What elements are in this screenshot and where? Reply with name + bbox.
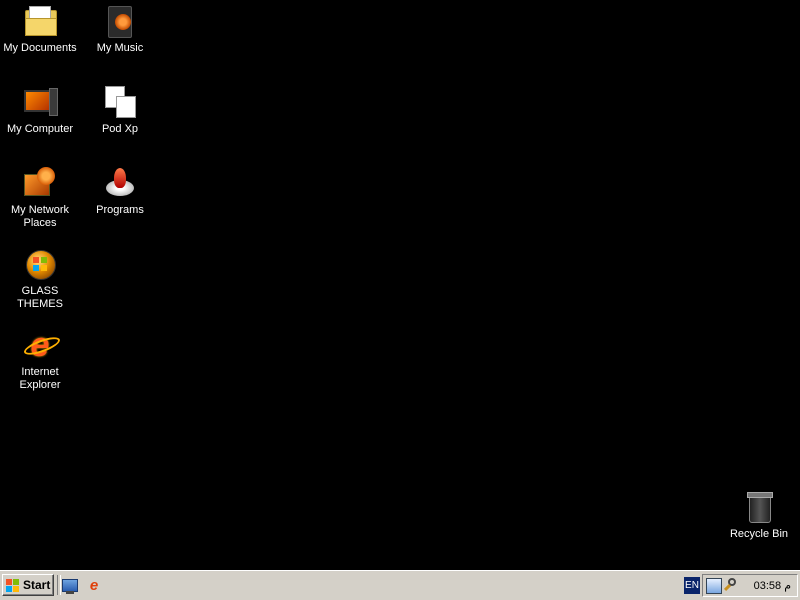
clock[interactable]: 03:58 م xyxy=(754,578,791,594)
system-tray: 03:58 م xyxy=(702,574,798,597)
quick-launch-separator xyxy=(57,575,61,595)
desktop-icon-internet-explorer[interactable]: e Internet Explorer xyxy=(0,328,80,392)
my-documents-folder-icon xyxy=(23,4,57,38)
desktop-icon-label: GLASS THEMES xyxy=(17,285,63,310)
programs-icon xyxy=(103,166,137,200)
network-places-icon xyxy=(23,166,57,200)
pod-xp-icon xyxy=(103,85,137,119)
internet-explorer-icon[interactable]: e xyxy=(86,578,102,594)
desktop-icon-my-computer[interactable]: My Computer xyxy=(0,85,80,136)
desktop-icon-glass-themes[interactable]: GLASS THEMES xyxy=(0,247,80,311)
network-icon[interactable] xyxy=(706,578,722,594)
internet-explorer-icon: e xyxy=(23,328,57,362)
desktop-icon-label: My Network Places xyxy=(10,204,70,229)
desktop-icon-recycle-bin[interactable]: Recycle Bin xyxy=(719,490,799,541)
search-icon[interactable] xyxy=(723,578,737,592)
recycle-bin-icon xyxy=(742,490,776,524)
language-indicator[interactable]: EN xyxy=(684,577,700,594)
start-label: Start xyxy=(23,578,51,592)
desktop-icon-label: Programs xyxy=(96,204,144,216)
desktop-icon-my-documents[interactable]: My Documents xyxy=(0,4,80,55)
my-music-icon xyxy=(103,4,137,38)
desktop-icon-label: My Documents xyxy=(3,42,77,54)
desktop-icon-label: Internet Explorer xyxy=(19,366,61,391)
desktop-icon-my-network-places[interactable]: My Network Places xyxy=(0,166,80,230)
desktop-icon-label: My Music xyxy=(96,42,144,54)
desktop-icon-pod-xp[interactable]: Pod Xp xyxy=(80,85,160,136)
desktop-icon-programs[interactable]: Programs xyxy=(80,166,160,217)
desktop[interactable]: My Documents My Music My Computer Pod Xp… xyxy=(0,0,800,570)
start-button[interactable]: Start xyxy=(2,574,54,596)
taskbar: Start e EN 03:58 م xyxy=(0,570,800,600)
desktop-icon-label: Recycle Bin xyxy=(729,528,789,540)
desktop-icon-label: Pod Xp xyxy=(101,123,139,135)
show-desktop-icon[interactable] xyxy=(62,579,78,594)
desktop-icon-my-music[interactable]: My Music xyxy=(80,4,160,55)
glass-themes-icon xyxy=(23,247,57,281)
windows-logo-icon xyxy=(6,578,20,592)
desktop-icon-label: My Computer xyxy=(6,123,74,135)
my-computer-icon xyxy=(23,85,58,119)
